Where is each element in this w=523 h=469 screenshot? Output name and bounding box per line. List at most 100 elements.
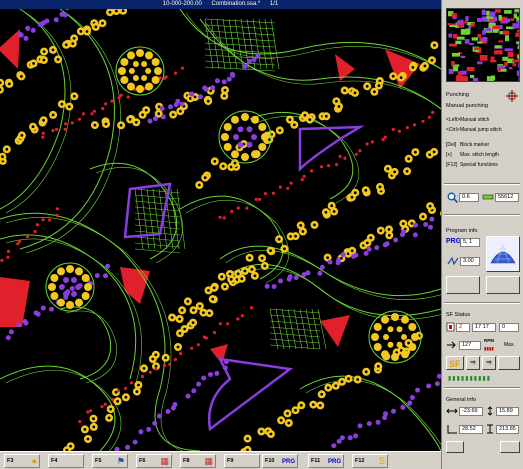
general-button-2[interactable] [500,441,520,453]
magnifier-icon[interactable] [446,192,458,206]
crosshair-icon [506,90,518,105]
sequin-rosette [218,110,272,164]
function-key-f9[interactable]: F9 [224,454,260,468]
sf-button-4[interactable] [498,356,520,370]
red-dot [230,209,234,213]
red-dot [0,258,4,262]
purple-sequin [412,232,418,238]
purple-sequin [293,275,299,281]
red-dot [190,346,194,350]
contour-outline [59,306,112,380]
contour-outline [235,268,441,320]
needle-status-strip: ▮▮▮▮▮▮▮▮▮▮ [448,376,492,382]
red-dot [81,112,86,116]
function-key-label: F3 [7,458,14,464]
sequin-preview-button[interactable] [486,236,520,272]
red-dot [222,216,226,220]
general-button-1[interactable] [446,441,464,453]
red-dot [258,197,262,201]
red-dot [427,115,431,119]
function-key-f4[interactable]: F4 [48,454,84,468]
red-dot [48,218,52,222]
purple-sequin [53,17,59,23]
red-dot [70,121,74,125]
design-preview-thumbnail[interactable] [446,8,520,82]
contour-outline [5,369,122,451]
function-key-label: F4 [51,458,58,464]
grid-icon: ▦ [160,456,169,466]
sf-first-field: 2 [456,323,470,332]
red-dot [110,99,114,103]
function-key-f12[interactable]: F12 S [352,454,388,468]
rpm-mode: Max. [504,342,515,348]
purple-sequin [319,264,325,270]
function-key-f6[interactable]: F6 ▦ [136,454,172,468]
purple-sequin [357,423,363,429]
purple-sequin [214,370,220,376]
vertical-measure-icon [485,406,495,419]
red-dot [18,239,22,243]
red-dot [100,405,104,409]
purple-sequin [375,419,381,425]
embroidery-design[interactable] [0,9,441,451]
separator [444,183,520,185]
purple-sequin [271,284,277,289]
red-dot [212,330,217,335]
function-key-label: F10 [265,458,275,464]
purple-sequin [340,252,346,258]
purple-sequin [40,305,46,311]
program-button-1[interactable] [446,276,480,294]
purple-outline [298,125,365,173]
purple-sequin [185,393,191,399]
red-dot [365,142,369,146]
title-bar: 10-000-200.00 Combination.ssa.* 1/1 [0,0,441,9]
sequin-rosette [368,310,422,364]
purple-sequin [339,435,345,441]
shortcut-key: <Left> [446,117,461,123]
function-key-f3[interactable]: F3 ● [4,454,40,468]
red-dot [354,152,358,156]
function-key-f8[interactable]: F8 ▦ [180,454,216,468]
sf-button-2[interactable]: ⥤ [466,356,480,370]
sf-button-3[interactable]: ⥤ [482,356,496,370]
shortcut-description: Block marker [460,142,490,148]
red-dot [110,397,114,401]
sf-button-1[interactable]: SF [446,356,464,370]
purple-sequin [366,421,372,427]
shortcut-key: [F12] [446,162,458,168]
corner-measure-icon [446,424,458,437]
purple-sequin [125,444,131,450]
contour-outline [0,365,116,451]
purple-sequin [278,278,283,284]
purple-sequin [226,76,232,82]
function-key-f5[interactable]: F5 ⚑ [92,454,128,468]
contour-outline [0,212,201,451]
red-dot [126,95,130,99]
shortcut-key: <Ctrl> [446,127,460,133]
contour-outline [229,263,441,317]
embroidery-artwork [0,9,441,451]
punching-title: Punching [446,92,469,98]
purple-sequin [62,12,68,18]
red-dot [431,110,435,114]
red-dot [116,389,120,393]
program-button-2[interactable] [486,276,520,294]
speed-field[interactable]: 127 [459,341,481,350]
width-field[interactable]: 3.00 [460,257,480,266]
design-canvas[interactable] [0,9,441,451]
purple-sequin [44,18,50,24]
zoom-field[interactable]: 0.6 [459,193,479,202]
stitch-width-icon [447,256,459,269]
prg-field[interactable]: 5, 1 [460,238,480,247]
purple-sequin [353,252,359,258]
red-dot [123,386,128,390]
function-key-f11[interactable]: F11 PRG [308,454,344,468]
function-key-f10[interactable]: F10 PRG [262,454,298,468]
general-v2-field: 213.85 [496,425,519,434]
red-dot [358,149,362,153]
red-dot [64,122,68,126]
red-dot [41,218,45,222]
purple-sequin [172,402,178,407]
red-dot [55,207,60,211]
stitch-count-icon [482,192,494,205]
